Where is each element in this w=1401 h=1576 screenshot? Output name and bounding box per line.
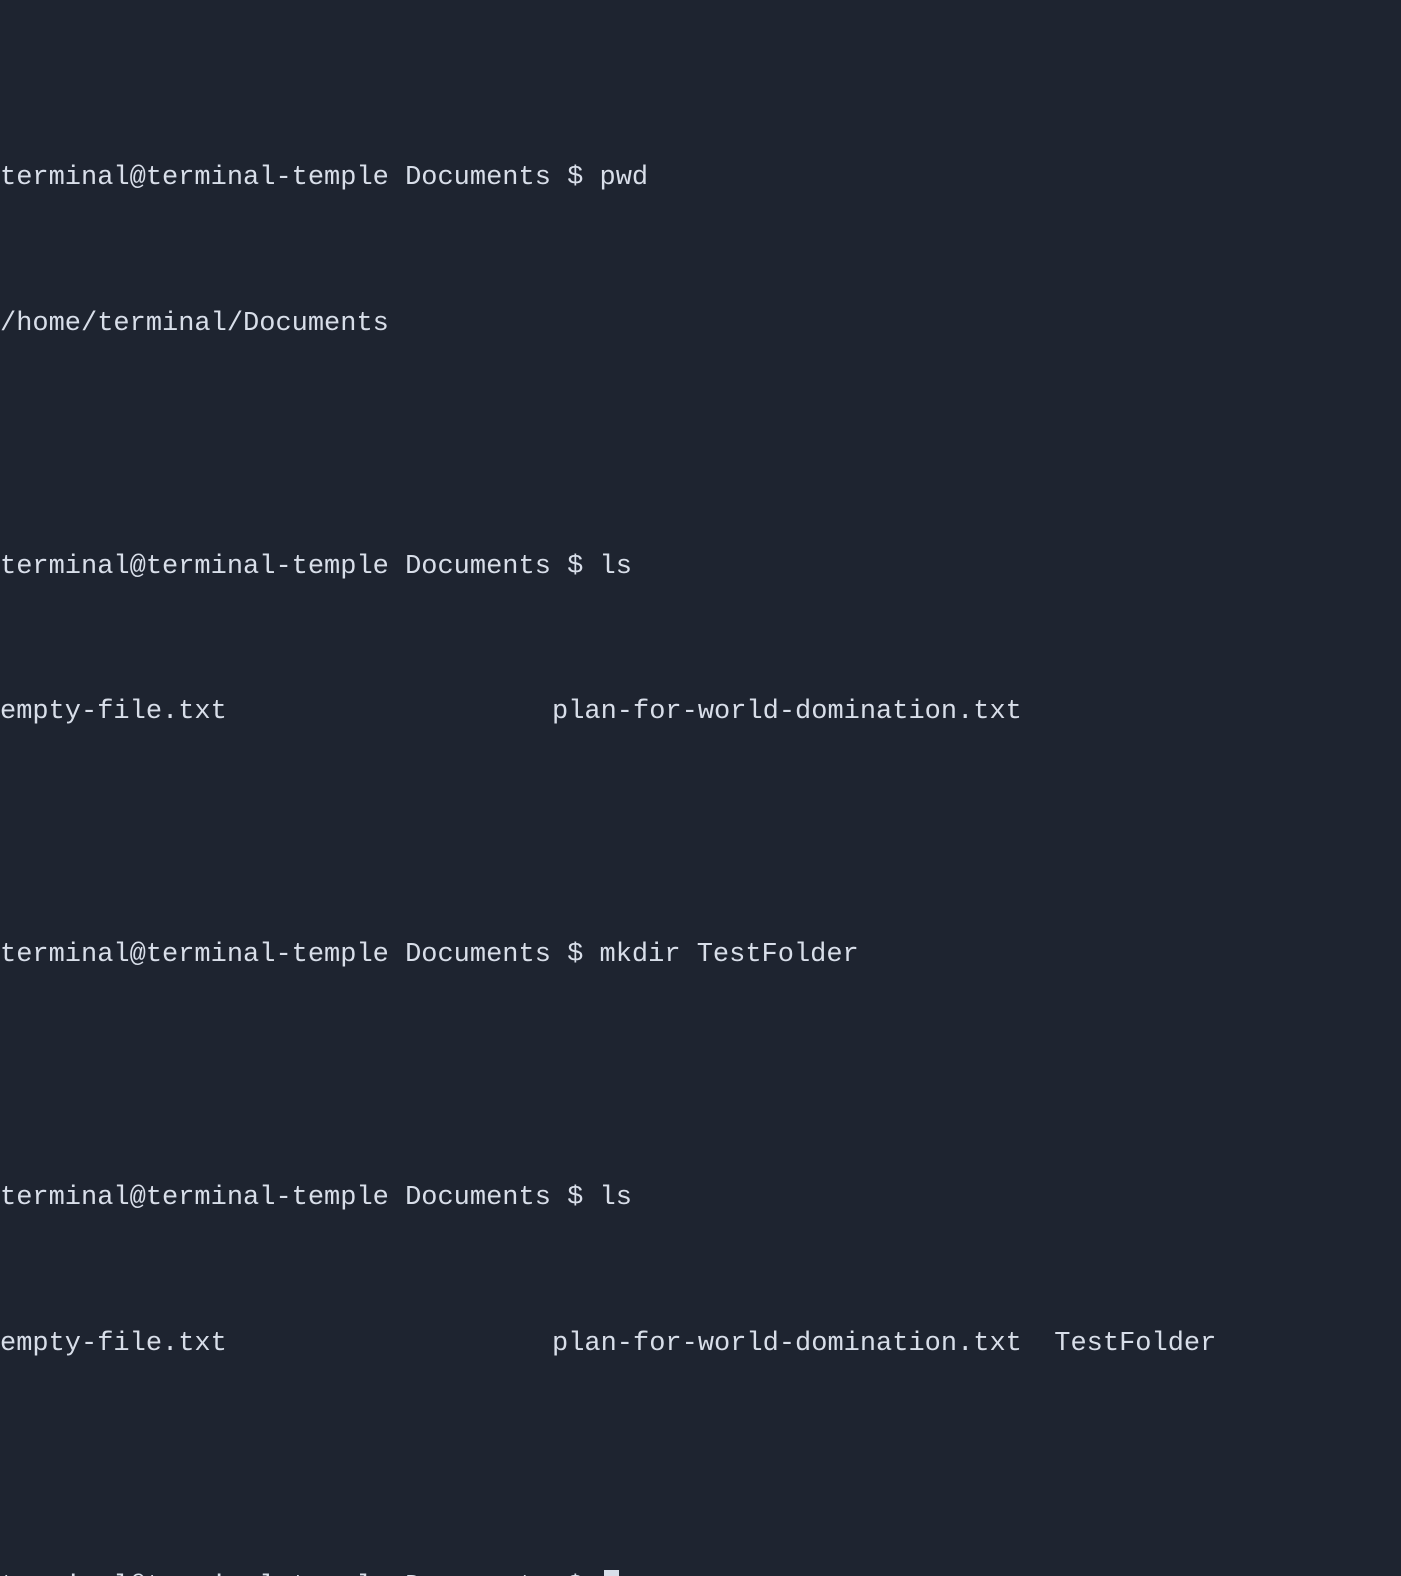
prompt-line: terminal@terminal-temple Documents $ ls [0, 1174, 1401, 1223]
prompt-symbol: $ [567, 940, 583, 970]
command-text: ls [600, 1183, 632, 1213]
prompt-cwd: Documents [405, 163, 551, 193]
prompt-user: terminal [0, 1183, 130, 1213]
prompt-symbol: $ [567, 552, 583, 582]
output-line: empty-file.txtplan-for-world-domination.… [0, 688, 1401, 737]
prompt-symbol: $ [567, 1183, 583, 1213]
prompt-user: terminal [0, 940, 130, 970]
prompt-user: terminal [0, 552, 130, 582]
prompt-cwd: Documents [405, 552, 551, 582]
prompt-line: terminal@terminal-temple Documents $ pwd [0, 154, 1401, 203]
prompt-host: terminal-temple [146, 1183, 389, 1213]
prompt-symbol: $ [567, 163, 583, 193]
prompt-cwd: Documents [405, 940, 551, 970]
output-line: empty-file.txtplan-for-world-domination.… [0, 1320, 1401, 1369]
prompt-user: terminal [0, 163, 130, 193]
command-text: ls [600, 552, 632, 582]
ls-entry: empty-file.txt [0, 1320, 552, 1369]
command-text: pwd [600, 163, 649, 193]
prompt-cwd: Documents [405, 1183, 551, 1213]
command-text: mkdir TestFolder [600, 940, 859, 970]
ls-entry: empty-file.txt [0, 688, 552, 737]
prompt-host: terminal-temple [146, 163, 389, 193]
terminal-output[interactable]: terminal@terminal-temple Documents $ pwd… [0, 8, 1401, 1576]
ls-entry: plan-for-world-domination.txt TestFolder [552, 1320, 1216, 1369]
prompt-symbol: $ [567, 1572, 583, 1576]
output-line: /home/terminal/Documents [0, 300, 1401, 349]
ls-entry: plan-for-world-domination.txt [552, 688, 1022, 737]
cursor-icon [604, 1570, 619, 1576]
prompt-line: terminal@terminal-temple Documents $ mkd… [0, 931, 1401, 980]
prompt-line: terminal@terminal-temple Documents $ ls [0, 543, 1401, 592]
prompt-host: terminal-temple [146, 1572, 389, 1576]
prompt-cwd: Documents [405, 1572, 551, 1576]
prompt-host: terminal-temple [146, 940, 389, 970]
current-prompt-line[interactable]: terminal@terminal-temple Documents $ [0, 1563, 1401, 1576]
prompt-host: terminal-temple [146, 552, 389, 582]
prompt-user: terminal [0, 1572, 130, 1576]
